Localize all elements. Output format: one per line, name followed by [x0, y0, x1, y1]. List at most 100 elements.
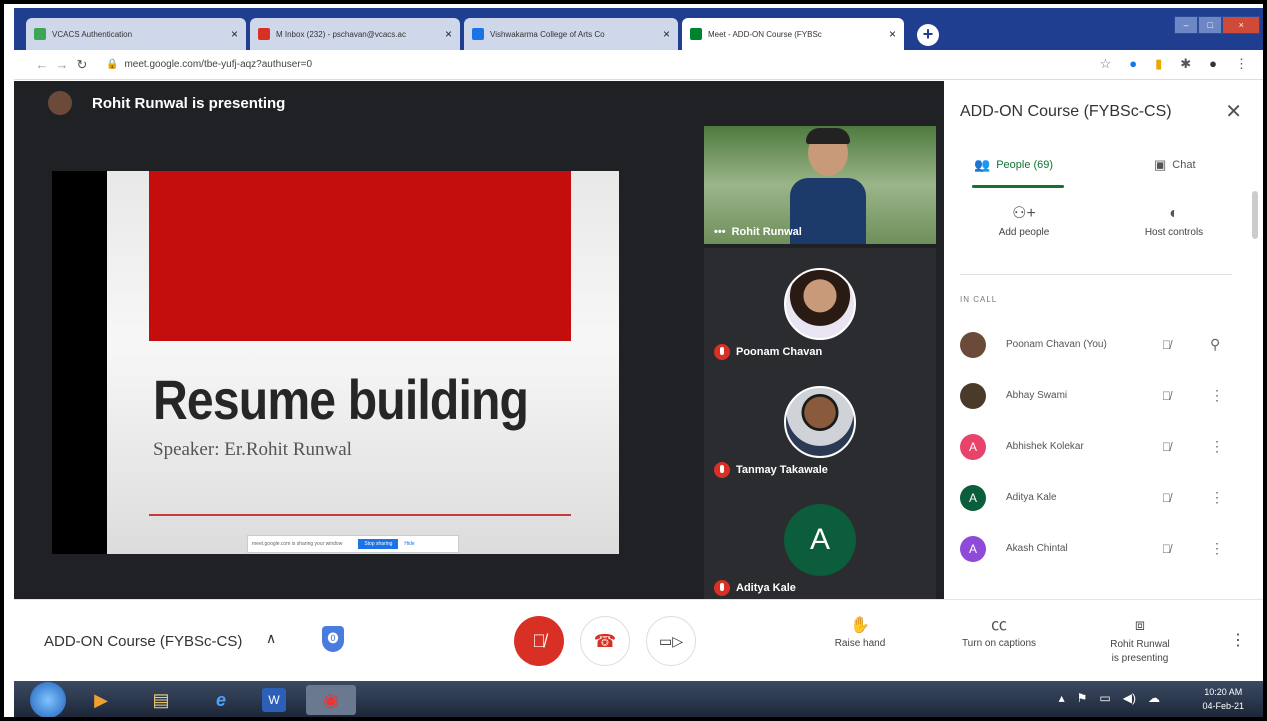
avatar — [784, 386, 856, 458]
onedrive-icon[interactable]: ☁ — [1148, 691, 1160, 705]
in-call-heading: IN CALL — [960, 295, 998, 304]
list-item[interactable]: A Aditya Kale 🎙̸ ⋮ — [944, 472, 1244, 523]
tab-title: M Inbox (232) - pschavan@vcacs.ac — [276, 29, 406, 39]
camera-toggle[interactable]: ▭▷ — [646, 616, 696, 666]
close-icon[interactable]: ✕ — [1225, 99, 1242, 124]
panel-tabs: 👥 People (69) ▣ Chat — [944, 151, 1254, 191]
chrome-icon[interactable]: ◉ — [306, 685, 356, 715]
reload-icon[interactable]: ↻ — [72, 57, 92, 73]
raise-hand-button[interactable]: ✋ Raise hand — [820, 614, 900, 649]
os-taskbar: ▶ ▤ e W ◉ ▴ ⚑ ▭ ◀) ☁ 10:20 AM 04-Feb-21 — [14, 681, 1263, 717]
back-icon[interactable]: ← — [32, 57, 52, 72]
tab-title: VCACS Authentication — [52, 29, 133, 39]
share-notice-text: meet.google.com is sharing your window — [252, 541, 343, 547]
scrollbar[interactable] — [1252, 191, 1258, 239]
media-player-icon[interactable]: ▶ — [84, 685, 118, 715]
presentation-slide: Resume building Speaker: Er.Rohit Runwal… — [107, 171, 619, 554]
more-options-icon[interactable]: ⋮ — [1230, 630, 1246, 650]
browser-tab-1[interactable]: VCACS Authentication × — [26, 18, 246, 50]
close-icon[interactable]: × — [889, 27, 896, 41]
presenter-bar: Rohit Runwal is presenting — [14, 81, 944, 125]
tab-favicon — [472, 28, 484, 40]
extension-icon[interactable]: ▮ — [1155, 56, 1162, 72]
maximize-button[interactable]: □ — [1198, 16, 1223, 34]
presentation-button[interactable]: ⧈ Rohit Runwal is presenting — [1094, 614, 1186, 666]
avatar — [960, 382, 986, 409]
participant-tile[interactable]: ••• Rohit Runwal — [704, 126, 936, 244]
more-icon[interactable]: ⋮ — [1210, 387, 1224, 404]
mic-off-icon — [714, 344, 730, 360]
more-icon[interactable]: ••• — [714, 226, 726, 238]
participant-name: Tanmay Takawale — [714, 462, 828, 478]
participant-list: Poonam Chavan (You) 🎙̸ ⚲ Abhay Swami 🎙̸ … — [944, 319, 1244, 574]
browser-tab-meet[interactable]: Meet - ADD-ON Course (FYBSc × — [682, 18, 904, 50]
mic-off-icon: 🎙̸ — [1162, 541, 1171, 556]
internet-explorer-icon[interactable]: e — [204, 685, 238, 715]
share-notice: meet.google.com is sharing your window S… — [247, 535, 459, 553]
more-icon[interactable]: ⋮ — [1210, 489, 1224, 506]
meeting-controls: ADD-ON Course (FYBSc-CS) ∧ ⓿ 🎙̸ ☎ ▭▷ ✋ R… — [14, 599, 1263, 681]
pin-icon[interactable]: ⚲ — [1210, 336, 1220, 353]
lock-icon: 🔒 — [106, 59, 119, 70]
add-person-icon: ⚇+ — [1012, 205, 1036, 222]
window-close-button[interactable]: × — [1222, 16, 1260, 34]
chevron-up-icon[interactable]: ∧ — [266, 630, 276, 647]
network-icon[interactable]: ▭ — [1099, 691, 1110, 705]
leave-call-button[interactable]: ☎ — [580, 616, 630, 666]
participant-name: Poonam Chavan — [714, 344, 822, 360]
avatar: A — [960, 484, 986, 511]
list-item[interactable]: Abhay Swami 🎙̸ ⋮ — [944, 370, 1244, 421]
forward-icon[interactable]: → — [52, 57, 72, 72]
mic-off-icon — [714, 462, 730, 478]
system-clock[interactable]: 10:20 AM 04-Feb-21 — [1202, 685, 1244, 713]
start-button[interactable] — [30, 682, 66, 717]
more-icon[interactable]: ⋮ — [1210, 540, 1224, 557]
show-hidden-icon[interactable]: ▴ — [1059, 691, 1065, 705]
tab-people[interactable]: 👥 People (69) — [974, 157, 1053, 173]
more-icon[interactable]: ⋮ — [1210, 438, 1224, 455]
avatar: A — [784, 504, 856, 576]
list-item[interactable]: Poonam Chavan (You) 🎙̸ ⚲ — [944, 319, 1244, 370]
close-icon[interactable]: × — [445, 27, 452, 41]
slide-title: Resume building — [153, 368, 529, 431]
browser-tab-3[interactable]: Vishwakarma College of Arts Co × — [464, 18, 678, 50]
puzzle-icon[interactable]: ✱ — [1180, 56, 1191, 72]
tab-chat[interactable]: ▣ Chat — [1154, 157, 1196, 173]
url-text: meet.google.com/tbe-yufj-aqz?authuser=0 — [124, 59, 313, 70]
system-tray: ▴ ⚑ ▭ ◀) ☁ — [1059, 691, 1160, 705]
browser-tab-2[interactable]: M Inbox (232) - pschavan@vcacs.ac × — [250, 18, 460, 50]
participant-tile[interactable]: A Aditya Kale — [704, 484, 936, 602]
close-icon[interactable]: × — [663, 27, 670, 41]
list-item[interactable]: A Abhishek Kolekar 🎙̸ ⋮ — [944, 421, 1244, 472]
host-controls-button[interactable]: ◐ Host controls — [1114, 201, 1234, 238]
profile-icon[interactable]: ● — [1209, 56, 1217, 72]
avatar: A — [960, 433, 986, 460]
menu-icon[interactable]: ⋮ — [1235, 56, 1248, 72]
shield-icon[interactable]: ⓿ — [322, 626, 344, 652]
flag-icon[interactable]: ⚑ — [1077, 691, 1088, 705]
extension-icon[interactable]: ● — [1129, 56, 1137, 72]
tab-indicator — [972, 185, 1064, 188]
volume-icon[interactable]: ◀) — [1123, 691, 1136, 705]
stop-sharing-button[interactable]: Stop sharing — [358, 539, 399, 549]
minimize-button[interactable]: – — [1174, 16, 1199, 34]
folder-icon[interactable]: ▤ — [144, 685, 178, 715]
add-people-button[interactable]: ⚇+ Add people — [964, 201, 1084, 238]
mic-off-icon: 🎙̸ — [1162, 388, 1171, 403]
list-item[interactable]: A Akash Chintal 🎙̸ ⋮ — [944, 523, 1244, 574]
url-field[interactable]: 🔒 meet.google.com/tbe-yufj-aqz?authuser=0 — [106, 59, 312, 70]
close-icon[interactable]: × — [231, 27, 238, 41]
meeting-details-button[interactable]: ADD-ON Course (FYBSc-CS) — [44, 633, 242, 650]
new-tab-button[interactable]: + — [917, 24, 939, 46]
participant-tile[interactable]: Poonam Chavan — [704, 248, 936, 366]
hide-button[interactable]: Hide — [404, 541, 414, 547]
toggle-icon: ◐ — [1169, 205, 1179, 222]
microphone-toggle[interactable]: 🎙̸ — [514, 616, 564, 666]
star-icon[interactable]: ☆ — [1100, 56, 1112, 72]
participant-name: Akash Chintal — [1006, 543, 1068, 554]
captions-button[interactable]: ㏄ Turn on captions — [944, 614, 1054, 649]
chat-icon: ▣ — [1154, 157, 1167, 172]
app-icon[interactable]: W — [262, 688, 286, 712]
participant-tile[interactable]: Tanmay Takawale — [704, 366, 936, 484]
divider — [149, 514, 571, 516]
